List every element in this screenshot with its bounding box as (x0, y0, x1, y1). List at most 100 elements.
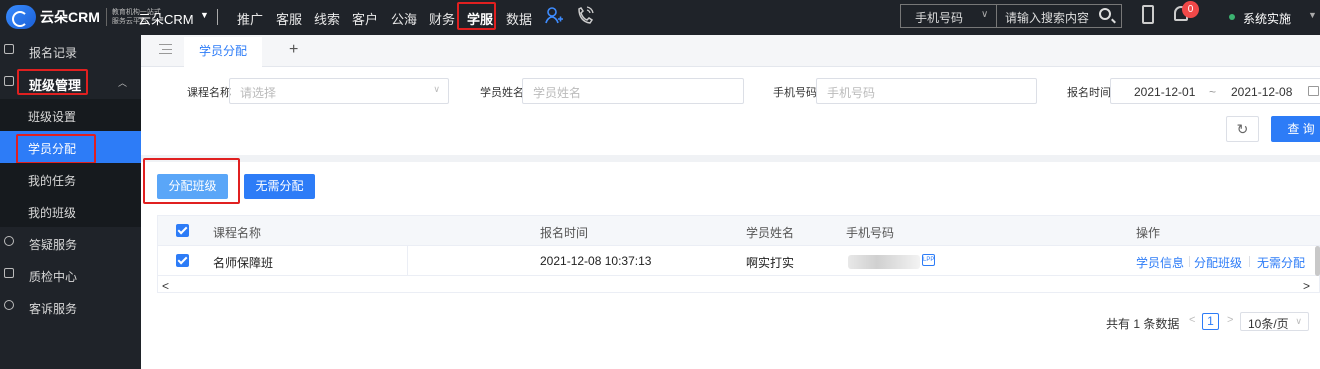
query-button[interactable]: 查 询 (1271, 116, 1320, 142)
cell-course: 名师保障班 (213, 256, 274, 270)
op-divider (1249, 256, 1250, 267)
phone-label: 手机号码 (773, 87, 817, 99)
sidebar-subitem-label: 我的班级 (28, 206, 77, 220)
table-header: 课程名称 报名时间 学员姓名 手机号码 操作 (158, 216, 1320, 246)
printer-icon (4, 44, 14, 54)
no-assign-button[interactable]: 无需分配 (244, 174, 315, 199)
header-course: 课程名称 (213, 226, 262, 240)
nav-customers[interactable]: 客户 (352, 9, 378, 28)
check-square-icon (4, 268, 14, 278)
nav-finance[interactable]: 财务 (429, 9, 455, 28)
student-name-label: 学员姓名 (480, 87, 524, 99)
cloud-logo-icon (6, 5, 36, 29)
date-end: 2021-12-08 (1231, 85, 1293, 99)
sidebar-item-qa-service[interactable]: 答疑服务 (0, 227, 141, 259)
student-info-link[interactable]: 学员信息 (1136, 254, 1184, 271)
date-separator: ~ (1209, 85, 1217, 99)
alert-circle-icon (4, 300, 14, 310)
sidebar: 报名记录 班级管理 ︿ 班级设置 学员分配 我的任务 我的班级 答疑服务 质检中… (0, 35, 141, 369)
sidebar-item-quality-center[interactable]: 质检中心 (0, 259, 141, 291)
highlight-box (143, 158, 240, 204)
menu-collapse-icon[interactable] (159, 44, 172, 54)
header-time: 报名时间 (540, 226, 589, 240)
nav-promotion[interactable]: 推广 (237, 9, 263, 28)
top-nav-bar: 云朵CRM 教育机构一站式服务云平台 云朵CRM ▼ 推广 客服 线索 客户 公… (0, 0, 1320, 35)
add-tab-icon[interactable]: + (289, 41, 298, 59)
sidebar-item-enrollment[interactable]: 报名记录 (0, 35, 141, 67)
course-name-select[interactable]: 请选择 ∨ (229, 78, 449, 104)
sidebar-subitem-my-tasks[interactable]: 我的任务 (0, 163, 141, 195)
mobile-icon[interactable] (1142, 5, 1154, 24)
course-name-label: 课程名称 (187, 87, 231, 99)
vertical-scrollbar[interactable] (1311, 246, 1320, 276)
calendar-icon (1308, 86, 1319, 96)
student-name-placeholder: 学员姓名 (533, 86, 582, 100)
row-checkbox[interactable] (176, 254, 189, 267)
section-divider (141, 155, 1320, 162)
search-type-value: 手机号码 (915, 11, 964, 25)
global-search: 手机号码 ∨ 请输入搜索内容 (900, 4, 1122, 28)
phone-redacted (848, 255, 920, 269)
total-count: 共有 1 条数据 (1106, 317, 1180, 331)
cell-time: 2021-12-08 10:37:13 (540, 254, 652, 268)
phone-call-icon[interactable] (576, 6, 594, 31)
tab-bar: 学员分配 + (141, 35, 1320, 67)
highlight-box (16, 134, 96, 164)
sidebar-subitem-my-classes[interactable]: 我的班级 (0, 195, 141, 227)
notification-badge: 0 (1182, 1, 1199, 18)
scroll-left-icon[interactable]: < (162, 279, 169, 293)
page-size-value: 10条/页 (1248, 317, 1289, 331)
prev-page-icon[interactable]: < (1189, 314, 1195, 326)
sidebar-item-complaint-service[interactable]: 客诉服务 (0, 291, 141, 323)
class-icon (4, 76, 14, 86)
enroll-date-label: 报名时间 (1067, 87, 1111, 99)
student-name-input[interactable]: 学员姓名 (522, 78, 744, 104)
chevron-down-icon[interactable]: ∨ (981, 9, 988, 20)
logo-text: 云朵CRM (40, 9, 100, 25)
phone-input[interactable]: 手机号码 (816, 78, 1037, 104)
enroll-date-range[interactable]: 2021-12-01 ~ 2021-12-08 (1110, 78, 1320, 104)
course-name-placeholder: 请选择 (240, 86, 277, 100)
next-page-icon[interactable]: > (1227, 314, 1233, 326)
page-number[interactable]: 1 (1202, 313, 1219, 330)
sidebar-subitem-class-settings[interactable]: 班级设置 (0, 99, 141, 131)
phone-placeholder: 手机号码 (827, 86, 876, 100)
brand-caret-icon[interactable]: ▼ (200, 10, 209, 20)
nav-public-pool[interactable]: 公海 (391, 9, 417, 28)
reset-button[interactable]: ↻ (1226, 116, 1259, 142)
refresh-icon: ↻ (1236, 121, 1249, 137)
nav-customer-service[interactable]: 客服 (276, 9, 302, 28)
highlight-box (17, 69, 88, 95)
search-input[interactable]: 请输入搜索内容 (999, 5, 1095, 27)
sidebar-item-label: 客诉服务 (29, 302, 78, 316)
user-add-icon[interactable] (545, 6, 563, 31)
scroll-right-icon[interactable]: > (1303, 279, 1310, 293)
table-row[interactable]: 名师保障班 2021-12-08 10:37:13 啊实打实 LPP 学员信息 … (158, 246, 1320, 276)
user-name[interactable]: 系统实施 (1243, 10, 1291, 27)
chevron-down-icon: ∨ (433, 84, 440, 94)
search-icon[interactable] (1099, 8, 1111, 20)
brand-switcher[interactable]: 云朵CRM (138, 9, 194, 28)
sidebar-subitem-label: 我的任务 (28, 174, 77, 188)
op-divider (1189, 256, 1190, 267)
header-ops: 操作 (1136, 226, 1161, 240)
nav-data[interactable]: 数据 (506, 9, 532, 28)
info-circle-icon (4, 236, 14, 246)
chevron-down-icon: ∨ (1295, 316, 1302, 326)
no-assign-link[interactable]: 无需分配 (1257, 254, 1305, 271)
chevron-up-icon: ︿ (118, 78, 128, 88)
nav-leads[interactable]: 线索 (314, 9, 340, 28)
page-size-select[interactable]: 10条/页 ∨ (1240, 312, 1309, 331)
phone-tag-icon[interactable]: LPP (922, 254, 935, 266)
sidebar-item-label: 质检中心 (29, 270, 78, 284)
student-table: 课程名称 报名时间 学员姓名 手机号码 操作 名师保障班 2021-12-08 … (157, 215, 1320, 293)
assign-class-link[interactable]: 分配班级 (1194, 254, 1242, 271)
online-status-dot (1229, 14, 1235, 20)
select-all-checkbox[interactable] (176, 224, 189, 237)
main-content: 学员分配 + 课程名称 请选择 ∨ 学员姓名 学员姓名 手机号码 手机号码 报名… (141, 35, 1320, 369)
sidebar-item-label: 答疑服务 (29, 238, 78, 252)
tab-student-assign[interactable]: 学员分配 (184, 37, 262, 67)
brand-divider (217, 9, 218, 25)
column-divider (407, 246, 408, 276)
user-caret-icon[interactable]: ▼ (1308, 10, 1317, 20)
